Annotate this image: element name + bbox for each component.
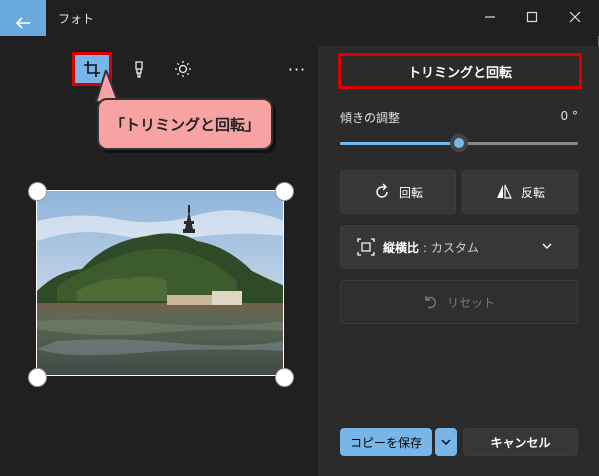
rotate-label: 回転 [398, 185, 423, 200]
back-arrow-icon [15, 16, 30, 29]
close-button[interactable] [555, 6, 595, 28]
tab-crop-rotate[interactable]: トリミングと回転 [338, 53, 582, 89]
straighten-row: 傾きの調整 0 ° [340, 109, 578, 126]
save-options-dropdown[interactable] [435, 428, 457, 456]
title-bar: フォト [0, 0, 599, 45]
crop-handle-top-right[interactable] [275, 182, 294, 201]
app-title: フォト [58, 12, 95, 26]
cancel-button[interactable]: キャンセル [463, 428, 578, 456]
close-icon [569, 11, 581, 23]
crop-handle-bottom-right[interactable] [275, 368, 294, 387]
chevron-down-icon [542, 243, 552, 249]
reset-button[interactable]: リセット [340, 280, 578, 324]
brightness-icon [175, 61, 191, 77]
rotate-icon [376, 183, 388, 198]
straighten-slider[interactable] [340, 134, 578, 152]
undo-icon [425, 296, 436, 309]
flip-label: 反転 [520, 185, 545, 200]
landscape-photo [37, 191, 283, 375]
slider-fill [340, 142, 459, 145]
photo-preview [36, 190, 284, 376]
maximize-button[interactable] [512, 6, 552, 28]
minimize-icon [485, 16, 495, 18]
rotate-button[interactable]: 回転 [340, 170, 456, 214]
aspect-ratio-label: 縦横比 [383, 240, 420, 255]
aspect-ratio-value: : カスタム [423, 240, 479, 255]
straighten-label: 傾きの調整 [340, 111, 401, 125]
crop-handle-bottom-left[interactable] [28, 368, 47, 387]
aspect-ratio-dropdown[interactable]: 縦横比 : カスタム [340, 225, 578, 269]
flip-button[interactable]: 反転 [462, 170, 578, 214]
callout-annotation: 「トリミングと回転」 [97, 98, 273, 150]
marker-icon [135, 61, 143, 78]
aspect-ratio-icon [357, 238, 375, 256]
flip-icon [496, 184, 512, 199]
reset-label: リセット [446, 295, 495, 310]
minimize-button[interactable] [470, 6, 510, 28]
adjust-tool-button[interactable] [166, 54, 200, 84]
crop-handle-top-left[interactable] [28, 182, 47, 201]
save-copy-button[interactable]: コピーを保存 [340, 428, 432, 456]
maximize-icon [526, 11, 538, 23]
markup-tool-button[interactable] [122, 54, 156, 84]
straighten-value: 0 ° [560, 109, 578, 123]
slider-thumb[interactable] [450, 134, 468, 152]
more-options-button[interactable]: ··· [280, 54, 314, 84]
chevron-down-icon [441, 439, 451, 445]
